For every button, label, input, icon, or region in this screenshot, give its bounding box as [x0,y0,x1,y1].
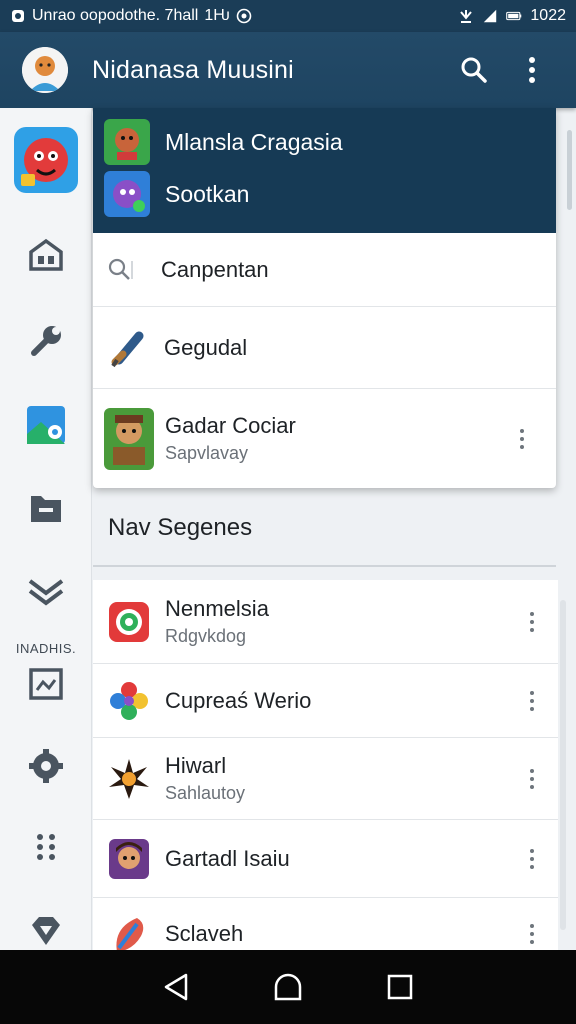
search-icon [461,57,487,83]
avatar[interactable] [22,47,68,93]
status-bar: Unrao oopodothe. 7hall 1Ƕ 1022 [0,0,576,32]
header-item-label: Mlansla Cragasia [165,128,343,155]
list-item-subtitle: Rdgvkdog [165,626,247,646]
pinwheel-app-icon [107,679,151,723]
app-bar: Nidanasa Muusini [0,32,576,108]
search-icon [107,257,137,283]
rail-folder-icon[interactable] [0,490,92,524]
list-item-title: Gartadl Isaiu [165,845,290,871]
list-item-title: Nenmelsia [165,596,269,621]
list-item[interactable]: Hiwarl Sahlautoy [93,738,558,820]
more-vert-icon[interactable] [520,924,544,944]
more-vert-icon[interactable] [510,428,534,449]
section-title: Nav Segenes [108,514,253,541]
app-list: Nenmelsia Rdgvkdog Cupreaś Werio Hiwarl … [93,580,558,950]
brush-icon [109,328,149,368]
list-item[interactable]: Sclaveh [93,898,558,950]
battery-icon [506,8,522,24]
back-button[interactable] [154,965,198,1009]
search-button[interactable] [452,48,496,92]
status-text: Unrao oopodothe. 7hall [32,7,199,24]
dropdown-row[interactable]: Gegudal [93,306,556,388]
system-nav-bar [0,950,576,1024]
app-title: Nidanasa Muusini [92,55,294,84]
character-app-icon [104,171,150,217]
rail-settings-icon[interactable] [0,748,92,784]
dropdown-row-title: Gadar Cociar [165,413,296,438]
back-icon [164,973,188,1001]
rail-layers-icon[interactable] [0,573,92,607]
navigation-rail: INADHIS. [0,108,92,950]
dropdown-header-item[interactable]: Sootkan [103,170,249,218]
rail-label: INADHIS. [15,641,77,656]
dropdown-row-subtitle: Sapvlavay [165,443,249,463]
list-item[interactable]: Cupreaś Werio [93,664,558,738]
dropdown-search-text: Canpentan [161,257,269,282]
list-item[interactable]: Nenmelsia Rdgvkdog [93,580,558,664]
home-icon [274,973,302,1001]
more-vert-icon[interactable] [520,848,544,869]
notification-icon [10,8,26,24]
wifi-icon [236,8,252,24]
signal-icon [482,8,498,24]
game-app-icon [104,119,150,165]
adventure-game-icon [103,407,155,471]
more-vert-icon [529,57,535,83]
list-item[interactable]: Gartadl Isaiu [93,820,558,898]
list-item-title: Sclaveh [165,921,244,946]
download-icon [458,8,474,24]
more-vert-icon[interactable] [520,690,544,711]
character-game-icon [107,837,151,881]
rail-apps-grid-icon[interactable] [0,832,92,862]
feather-app-icon [107,912,151,950]
rail-diamond-icon[interactable] [0,913,92,947]
rail-wrench-icon[interactable] [0,323,92,359]
rail-image-icon[interactable] [0,668,92,700]
overflow-menu-button[interactable] [510,48,554,92]
recents-button[interactable] [378,965,422,1009]
dropdown-row-label: Gegudal [164,334,248,360]
dropdown-search-row[interactable]: Canpentan [93,233,556,307]
sunburst-app-icon [107,757,151,801]
dropdown-header: Mlansla Cragasia Sootkan [93,108,556,233]
rail-home-icon[interactable] [0,238,92,272]
header-item-label: Sootkan [165,180,250,207]
more-vert-icon[interactable] [520,611,544,632]
list-item-title: Cupreaś Werio [165,687,312,713]
account-dropdown: Mlansla Cragasia Sootkan Canpentan Gegud… [93,108,556,488]
home-button[interactable] [266,965,310,1009]
list-item-title: Hiwarl [165,753,227,778]
rail-game-app-icon[interactable] [0,126,92,194]
rail-maps-icon[interactable] [0,404,92,446]
dropdown-row[interactable]: Gadar Cociar Sapvlavay [93,388,556,488]
dropdown-header-item[interactable]: Mlansla Cragasia [103,118,343,166]
status-time: 1022 [530,7,566,24]
recents-icon [387,974,413,1000]
list-item-subtitle: Sahlautoy [165,783,246,803]
more-vert-icon[interactable] [520,768,544,789]
status-extra: 1Ƕ [204,7,230,24]
section-divider [93,565,556,567]
list-scrollbar[interactable] [560,600,566,930]
top-scrollbar[interactable] [567,130,572,210]
ring-app-icon [107,600,151,644]
